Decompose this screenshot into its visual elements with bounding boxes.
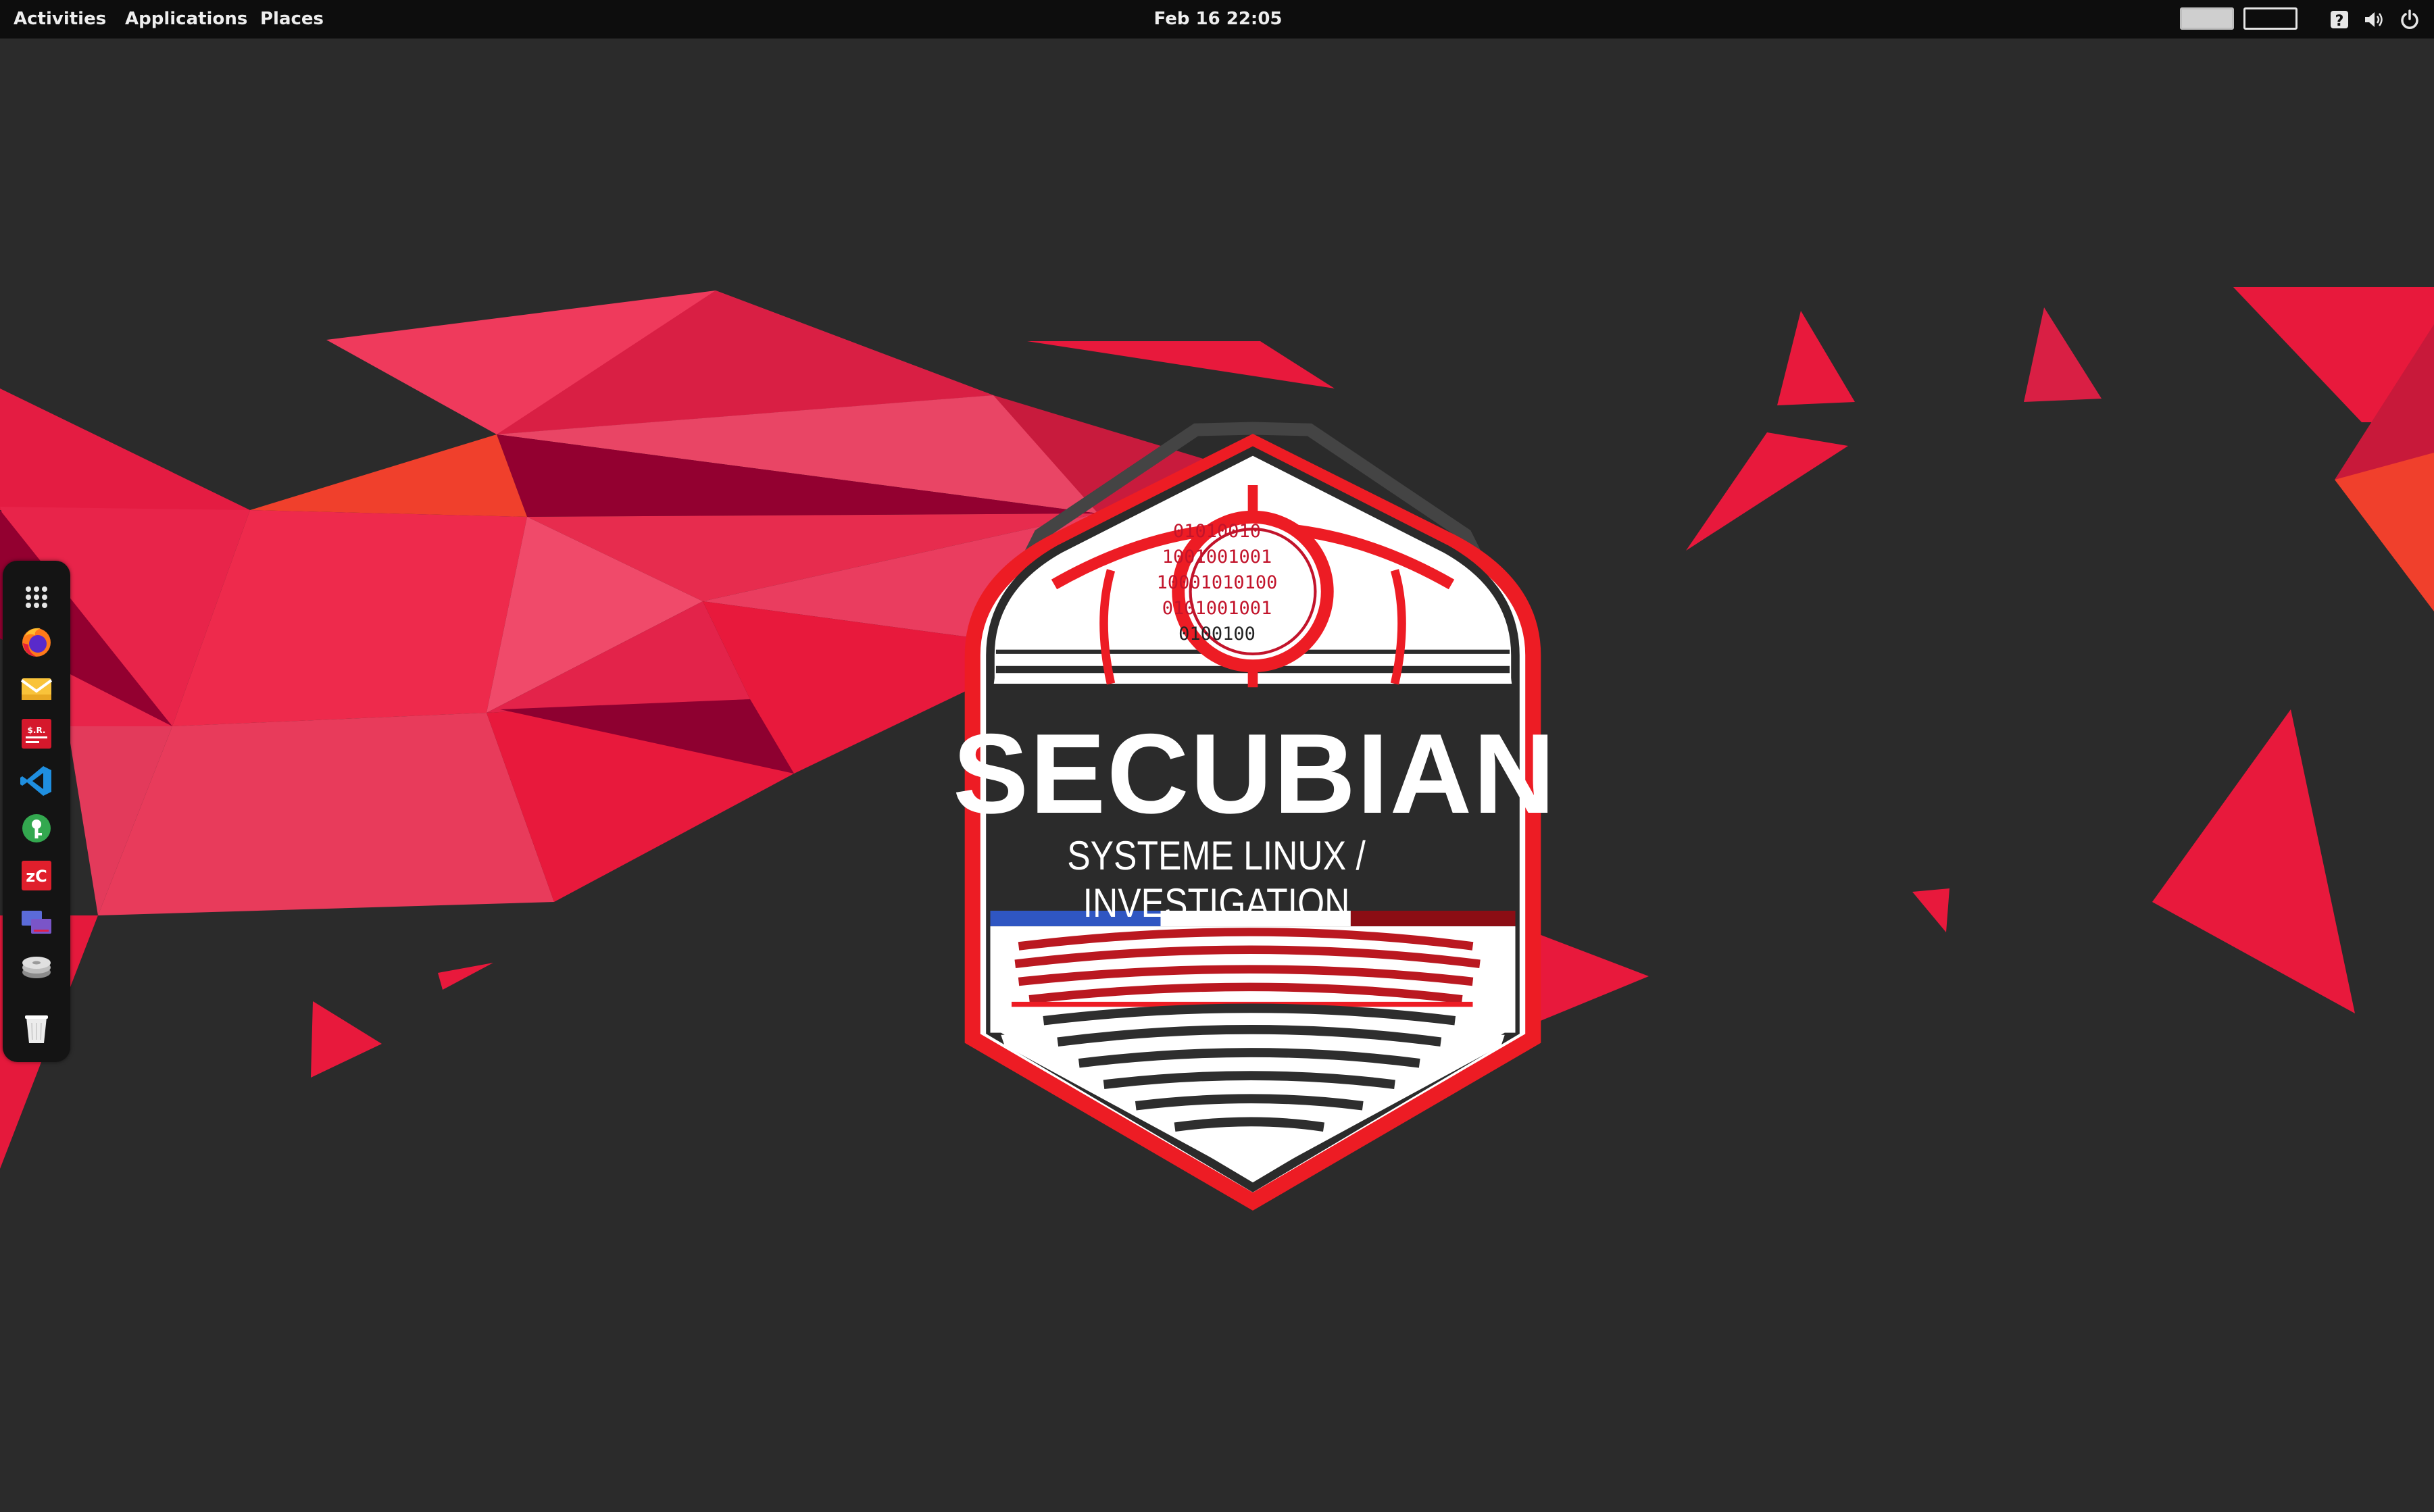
- power-icon[interactable]: [2399, 9, 2420, 30]
- keepass-icon[interactable]: [18, 809, 55, 847]
- svg-text:?: ?: [2335, 13, 2344, 30]
- volume-icon[interactable]: [2363, 9, 2385, 30]
- svg-text:$.R.: $.R.: [28, 726, 46, 735]
- applications-menu[interactable]: Applications: [117, 0, 255, 39]
- trash-icon[interactable]: [18, 1009, 55, 1047]
- dock: $.R. zC: [3, 561, 70, 1062]
- svg-text:zC: zC: [26, 867, 47, 886]
- places-menu[interactable]: Places: [252, 0, 332, 39]
- forensic-app-icon[interactable]: $.R.: [18, 715, 55, 753]
- clock[interactable]: Feb 16 22:05: [1149, 0, 1287, 39]
- keyboard-layout-indicator[interactable]: [2180, 7, 2234, 30]
- mail-icon[interactable]: [18, 669, 55, 707]
- secubian-logo: [964, 422, 1541, 1211]
- keyboard-layout-indicator[interactable]: [2243, 7, 2298, 30]
- activities-button[interactable]: Activities: [5, 0, 114, 39]
- top-bar: Activities Applications Places Feb 16 22…: [0, 0, 2434, 39]
- desktop-wallpaper: [0, 0, 2434, 1512]
- firefox-icon[interactable]: [18, 623, 55, 661]
- zcash-icon[interactable]: zC: [18, 857, 55, 894]
- show-applications-icon[interactable]: [18, 578, 55, 616]
- vscode-icon[interactable]: [18, 762, 55, 800]
- screen-icon[interactable]: [18, 903, 55, 940]
- disks-icon[interactable]: [18, 949, 55, 986]
- help-icon[interactable]: ?: [2329, 9, 2350, 30]
